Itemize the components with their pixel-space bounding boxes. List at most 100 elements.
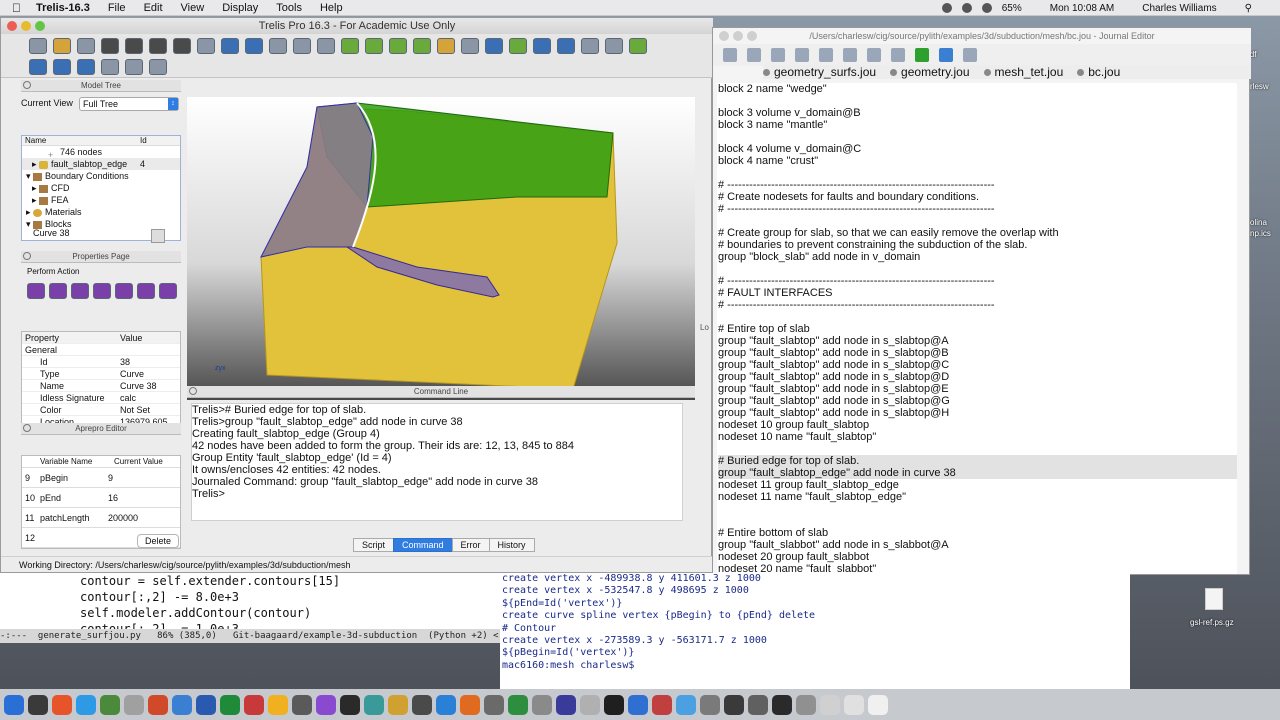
copy-icon[interactable] (867, 48, 881, 62)
close-icon[interactable] (983, 69, 991, 76)
tree-item[interactable]: ▸ fault_slabtop_edge 4 (22, 158, 180, 170)
journal-line[interactable] (718, 443, 1237, 455)
tab-bc[interactable]: bc.jou (1077, 65, 1120, 79)
dock-app-icon[interactable] (508, 694, 528, 715)
vertex-icon[interactable] (413, 38, 431, 54)
dock-app-icon[interactable] (820, 694, 840, 715)
dock-app-icon[interactable] (76, 694, 96, 715)
curve-icon[interactable] (389, 38, 407, 54)
paste-icon[interactable] (891, 48, 905, 62)
journal-line[interactable]: # --------------------------------------… (718, 179, 1237, 191)
dock-app-icon[interactable] (676, 694, 696, 715)
journal-line[interactable]: nodeset 10 name "fault_slabtop" (718, 431, 1237, 443)
journal-line[interactable] (718, 95, 1237, 107)
tree-item[interactable]: ▾ Boundary Conditions (22, 170, 180, 182)
dock-app-icon[interactable] (484, 694, 504, 715)
point-icon[interactable] (149, 59, 167, 75)
redo-icon[interactable] (245, 38, 263, 54)
menu-view[interactable]: View (181, 2, 205, 14)
redo-icon[interactable] (819, 48, 833, 62)
action-icon[interactable] (27, 283, 45, 299)
minimize-icon[interactable] (21, 21, 31, 31)
bc-icon[interactable] (77, 59, 95, 75)
zoom-icon[interactable] (35, 21, 45, 31)
cube-icon[interactable] (269, 38, 287, 54)
cube-icon[interactable] (293, 38, 311, 54)
journal-line[interactable]: group "fault_slabtop" add node in s_slab… (718, 395, 1237, 407)
journal-line[interactable]: group "fault_slabbot" add node in s_slab… (718, 539, 1237, 551)
minimize-icon[interactable] (733, 31, 743, 41)
journal-line[interactable]: nodeset 11 name "fault_slabtop_edge" (718, 491, 1237, 503)
journal-line[interactable]: # --------------------------------------… (718, 203, 1237, 215)
play-icon[interactable] (915, 48, 929, 62)
property-row[interactable]: Idless Signature calc (22, 392, 180, 404)
delete-icon[interactable] (159, 283, 177, 299)
pick-icon[interactable] (151, 229, 165, 243)
dock-app-icon[interactable] (844, 694, 864, 715)
purple-surface[interactable] (260, 102, 374, 258)
journal-line[interactable]: group "fault_slabtop" add node in s_slab… (718, 347, 1237, 359)
dock-app-icon[interactable] (532, 694, 552, 715)
select-icon[interactable] (485, 38, 503, 54)
dock-app-icon[interactable] (724, 694, 744, 715)
action-icon[interactable] (137, 283, 155, 299)
journal-line[interactable] (718, 503, 1237, 515)
terminal[interactable]: create vertex x -489938.8 y 411601.3 z 1… (500, 573, 1130, 689)
journal-line[interactable]: nodeset 11 group fault_slabtop_edge (718, 479, 1237, 491)
new-file-icon[interactable] (29, 38, 47, 54)
command-output[interactable]: Trelis># Buried edge for top of slab. Tr… (191, 403, 683, 521)
dock-app-icon[interactable] (652, 694, 672, 715)
tab-geometry[interactable]: geometry.jou (890, 65, 970, 79)
property-row[interactable]: Color Not Set (22, 404, 180, 416)
close-icon[interactable] (7, 21, 17, 31)
open-folder-icon[interactable] (747, 48, 761, 62)
zoom-in-icon[interactable] (533, 38, 551, 54)
action-icon[interactable] (115, 283, 133, 299)
dock-app-icon[interactable] (28, 694, 48, 715)
expand-icon[interactable]: ▾ (26, 219, 33, 229)
journal-line[interactable]: # --------------------------------------… (718, 275, 1237, 287)
zoom-out-icon[interactable] (557, 38, 575, 54)
dock-app-icon[interactable] (148, 694, 168, 715)
mesh-tool-icon[interactable] (53, 59, 71, 75)
journal-line[interactable] (718, 263, 1237, 275)
journal-line[interactable]: nodeset 10 group fault_slabtop (718, 419, 1237, 431)
play-icon[interactable] (101, 38, 119, 54)
journal-line[interactable] (718, 215, 1237, 227)
journal-line[interactable]: # FAULT INTERFACES (718, 287, 1237, 299)
action-icon[interactable] (71, 283, 89, 299)
desktop-icon-label[interactable]: olina (1250, 218, 1267, 227)
rotate-icon[interactable] (581, 38, 599, 54)
expand-icon[interactable]: ▸ (32, 159, 39, 169)
analysis-icon[interactable] (101, 59, 119, 75)
dock-app-icon[interactable] (700, 694, 720, 715)
open-folder-icon[interactable] (53, 38, 71, 54)
aprepro-row[interactable]: 10 pEnd 16 (22, 488, 180, 508)
desktop-icon-label[interactable]: gsl-ref.ps.gz (1190, 618, 1234, 627)
tab-mesh-tet[interactable]: mesh_tet.jou (983, 65, 1063, 79)
journal-line[interactable] (718, 311, 1237, 323)
dock-app-icon[interactable] (316, 694, 336, 715)
expand-icon[interactable]: ▸ (26, 207, 33, 217)
volume-icon[interactable] (981, 3, 992, 13)
menu-help[interactable]: Help (320, 2, 343, 14)
dock-app-icon[interactable] (196, 694, 216, 715)
clock[interactable]: Mon 10:08 AM (1050, 3, 1114, 14)
close-icon[interactable] (763, 69, 770, 76)
python-icon[interactable] (939, 48, 953, 62)
journal-line[interactable]: block 4 volume v_domain@C (718, 143, 1237, 155)
dock-app-icon[interactable] (772, 694, 792, 715)
dock-app-icon[interactable] (556, 694, 576, 715)
close-icon[interactable] (23, 81, 31, 89)
dock-app-icon[interactable] (172, 694, 192, 715)
current-view-select[interactable]: Full Tree ↕ (79, 97, 179, 111)
journal-line[interactable]: group "block_slab" add node in v_domain (718, 251, 1237, 263)
save-icon[interactable] (77, 38, 95, 54)
journal-line[interactable]: group "fault_slabtop" add node in s_slab… (718, 383, 1237, 395)
journal-line[interactable]: # boundaries to prevent constraining the… (718, 239, 1237, 251)
undo-icon[interactable] (221, 38, 239, 54)
surface-icon[interactable] (365, 38, 383, 54)
apple-icon[interactable]:  (12, 1, 21, 15)
tree-item[interactable]: ▸ Materials (22, 206, 180, 218)
menu-file[interactable]: File (108, 2, 126, 14)
